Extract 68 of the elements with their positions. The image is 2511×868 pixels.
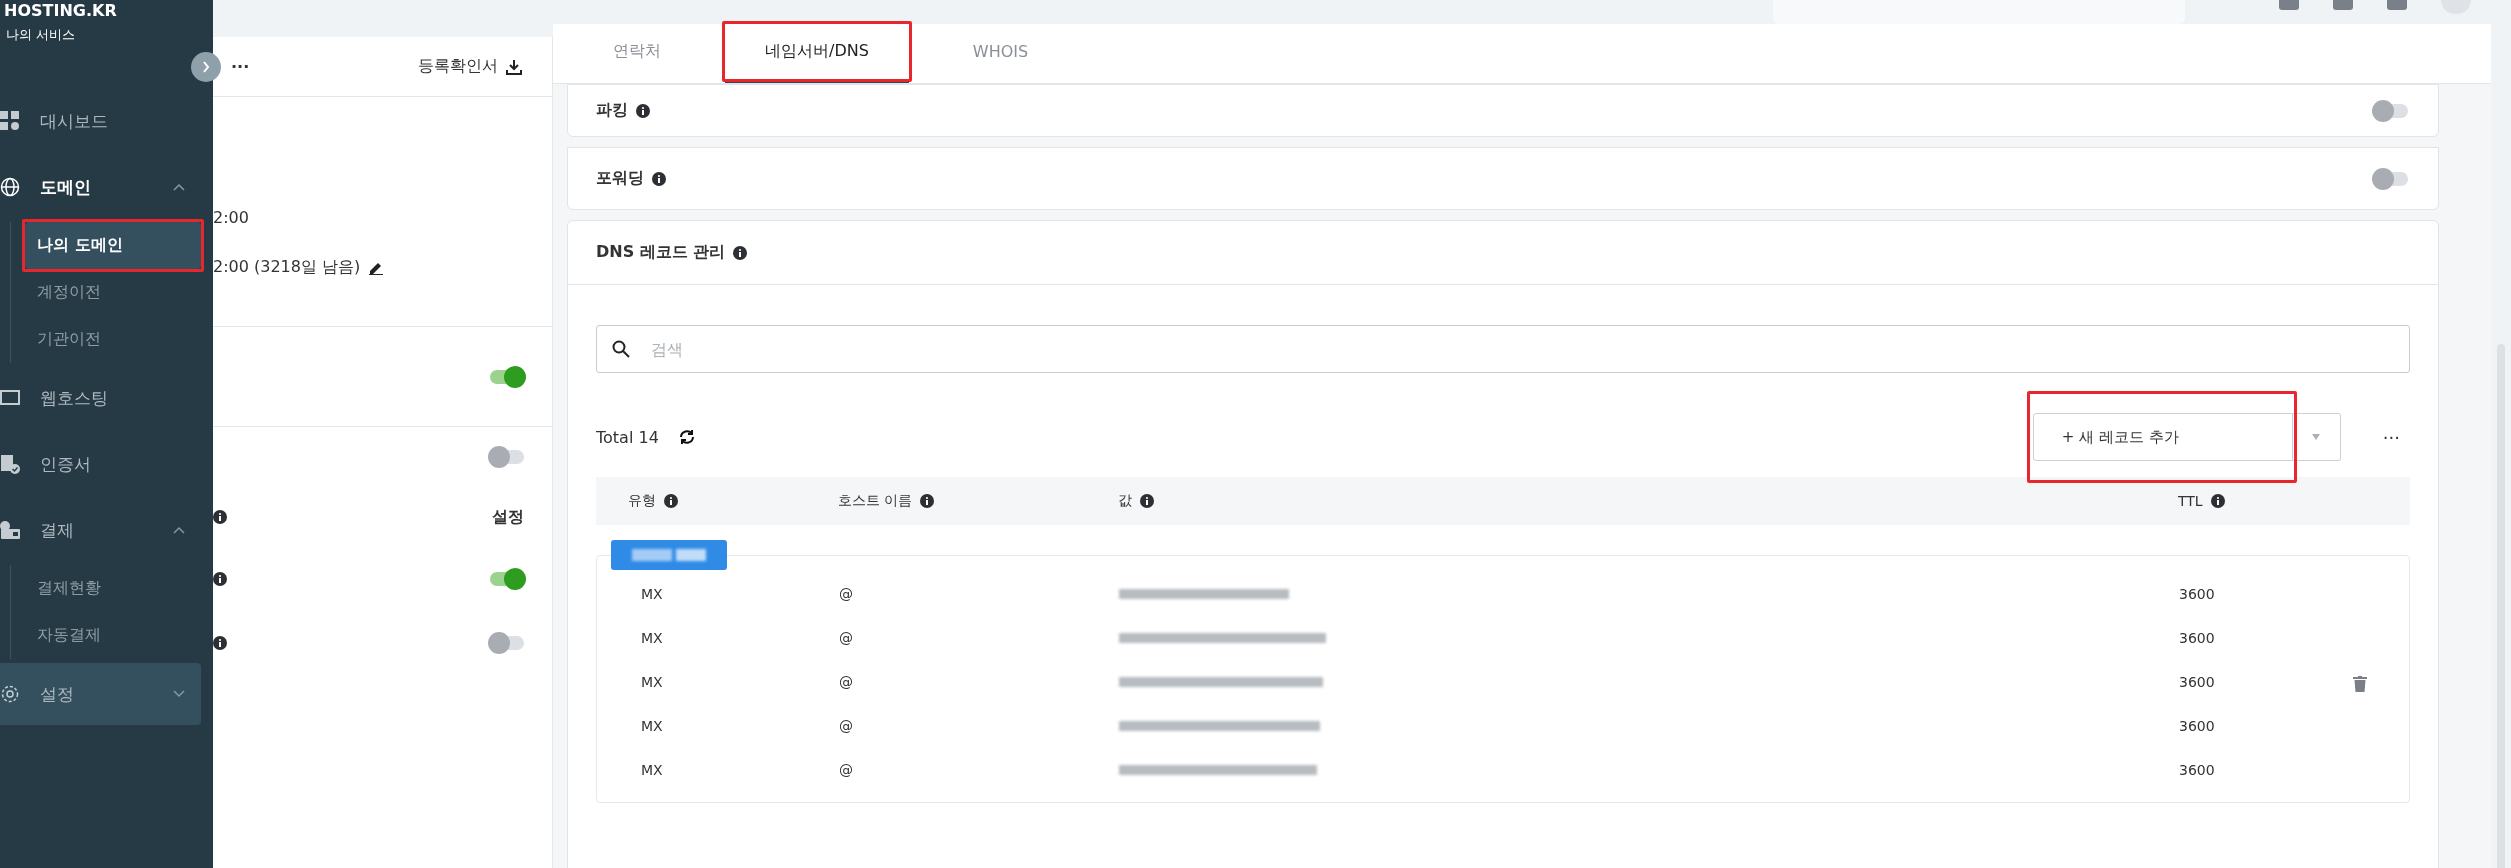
section-title: 파킹 bbox=[596, 100, 628, 121]
more-menu[interactable]: ··· bbox=[231, 57, 250, 76]
support-icon[interactable] bbox=[2387, 0, 2407, 10]
section-title: DNS 레코드 관리 bbox=[596, 242, 726, 263]
info-icon bbox=[733, 245, 748, 260]
table-cell-text: 3600 bbox=[2179, 586, 2216, 602]
sidebar-subitem[interactable]: 결제현황 bbox=[25, 565, 201, 612]
column-header: 값 bbox=[1118, 492, 1132, 510]
globe-icon bbox=[0, 177, 20, 197]
cart-icon[interactable] bbox=[2333, 0, 2353, 10]
sidebar-item[interactable]: 도메인 bbox=[0, 156, 201, 218]
gift-icon[interactable] bbox=[2279, 0, 2299, 10]
sidebar-item[interactable]: 웹호스팅 bbox=[0, 367, 201, 429]
section-title: 포워딩 bbox=[596, 168, 644, 189]
info-icon bbox=[636, 103, 650, 118]
certificate-link[interactable]: 등록확인서 bbox=[418, 56, 498, 77]
info-icon bbox=[652, 171, 666, 186]
info-icon bbox=[1140, 494, 1154, 508]
column-header: 유형 bbox=[628, 492, 656, 510]
table-cell-text: 3600 bbox=[2179, 718, 2216, 734]
search-icon bbox=[612, 340, 630, 358]
table-cell-text: 3600 bbox=[2179, 630, 2216, 646]
chevron-right-icon bbox=[202, 61, 210, 73]
table-cell-text: @ bbox=[839, 586, 854, 602]
settings-label: 설정 bbox=[492, 506, 524, 528]
table-cell-text: 3600 bbox=[2179, 762, 2216, 778]
table-cell-text: MX bbox=[641, 762, 664, 778]
add-record-button[interactable]: + 새 레코드 추가 bbox=[2032, 413, 2293, 461]
info-icon bbox=[920, 494, 935, 508]
more-button[interactable]: ··· bbox=[2372, 426, 2410, 448]
column-header: 호스트 이름 bbox=[838, 492, 913, 510]
sidebar-subtitle: 나의 서비스 bbox=[5, 26, 77, 44]
trash-icon[interactable] bbox=[2353, 676, 2367, 692]
logo: HOSTING.KR bbox=[3, 0, 117, 20]
sidebar-item[interactable]: 설정 bbox=[0, 663, 201, 725]
date-text: 2:00 (3218일 남음) bbox=[213, 256, 361, 278]
table-cell-text: @ bbox=[839, 630, 854, 646]
monitor-icon bbox=[0, 390, 20, 406]
table-cell-text: MX bbox=[641, 718, 664, 734]
sidebar-subitem[interactable]: 나의 도메인 bbox=[25, 222, 201, 269]
settings-icon bbox=[0, 684, 20, 704]
table-cell-text: @ bbox=[839, 762, 854, 778]
tab[interactable]: WHOIS bbox=[932, 24, 1069, 83]
chevron-down-icon bbox=[173, 690, 185, 698]
sidebar-item[interactable]: 결제 bbox=[0, 499, 201, 561]
tab[interactable]: 연락처 bbox=[573, 24, 701, 83]
sidebar-subitem[interactable]: 자동결제 bbox=[25, 612, 201, 659]
sidebar-item[interactable]: 인증서 bbox=[0, 433, 201, 495]
date-text: 2:00 bbox=[213, 207, 249, 227]
sidebar-item[interactable]: 대시보드 bbox=[0, 90, 201, 152]
table-cell-text: @ bbox=[839, 718, 854, 734]
info-icon bbox=[2210, 494, 2225, 508]
column-header: TTL bbox=[2178, 493, 2203, 509]
table-cell-text: MX bbox=[641, 630, 664, 646]
table-cell-text: 3600 bbox=[2179, 674, 2216, 690]
collapse-button[interactable] bbox=[191, 52, 221, 82]
sidebar-subitem[interactable]: 계정이전 bbox=[25, 269, 201, 316]
table-cell-text: MX bbox=[641, 586, 664, 602]
search-field[interactable]: 검색 bbox=[596, 325, 2410, 373]
table-cell-text: @ bbox=[839, 674, 854, 690]
grid-icon bbox=[0, 111, 20, 131]
total-count: Total 14 bbox=[596, 427, 659, 447]
download-icon bbox=[506, 58, 522, 75]
refresh-icon[interactable] bbox=[678, 429, 695, 445]
info-icon bbox=[664, 494, 678, 508]
sidebar-subitem[interactable]: 기관이전 bbox=[25, 316, 201, 363]
caret-icon bbox=[2312, 434, 2321, 440]
table-cell-text: MX bbox=[641, 674, 664, 690]
